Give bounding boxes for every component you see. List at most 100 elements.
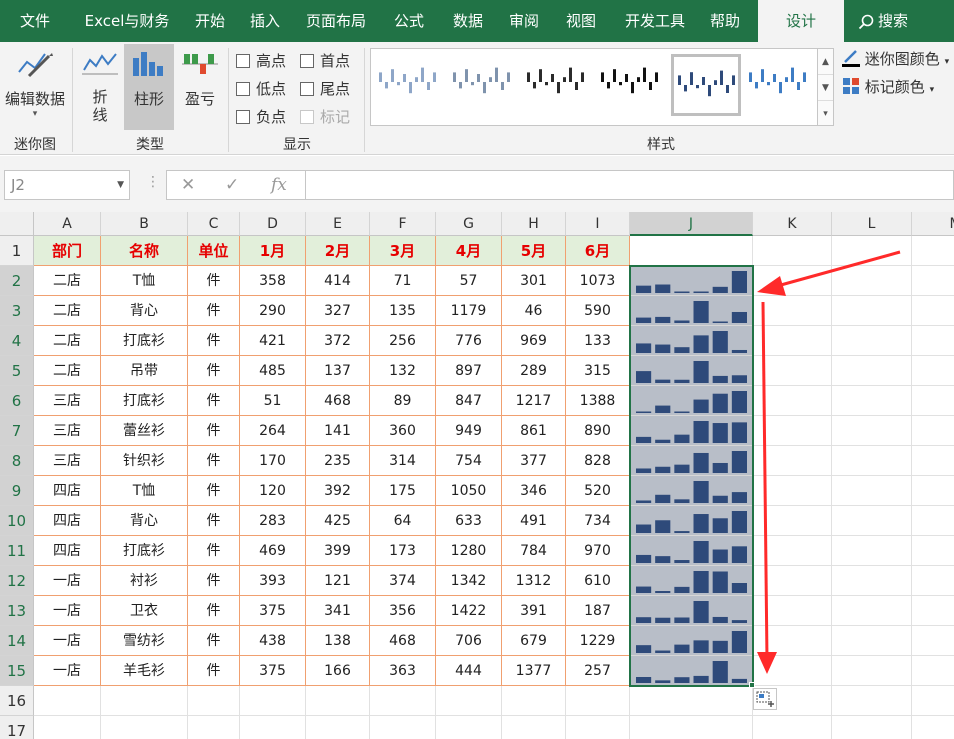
table-cell[interactable]: [630, 236, 753, 266]
table-cell[interactable]: 166: [306, 656, 370, 686]
table-cell[interactable]: 414: [306, 266, 370, 296]
table-cell[interactable]: 590: [566, 296, 630, 326]
table-cell[interactable]: 件: [188, 506, 240, 536]
table-cell[interactable]: 1073: [566, 266, 630, 296]
table-cell[interactable]: 861: [502, 416, 566, 446]
table-cell[interactable]: 卫衣: [101, 596, 188, 626]
sparkline-cell[interactable]: [630, 626, 753, 656]
table-cell[interactable]: [912, 476, 954, 506]
table-cell[interactable]: 173: [370, 536, 436, 566]
table-cell[interactable]: 754: [436, 446, 502, 476]
table-cell[interactable]: [566, 716, 630, 739]
table-cell[interactable]: [832, 656, 912, 686]
table-cell[interactable]: T恤: [101, 266, 188, 296]
column-header-d[interactable]: D: [240, 212, 306, 236]
table-cell[interactable]: 346: [502, 476, 566, 506]
table-cell[interactable]: 件: [188, 656, 240, 686]
formula-input[interactable]: [306, 170, 954, 200]
table-cell[interactable]: 706: [436, 626, 502, 656]
table-cell[interactable]: [912, 626, 954, 656]
table-cell[interactable]: [502, 716, 566, 739]
table-cell[interactable]: 雪纺衫: [101, 626, 188, 656]
table-cell[interactable]: 734: [566, 506, 630, 536]
scroll-up-icon[interactable]: ▲: [818, 49, 833, 75]
table-cell[interactable]: 蕾丝衫: [101, 416, 188, 446]
row-header-13[interactable]: 13: [0, 596, 34, 626]
table-cell[interactable]: [832, 296, 912, 326]
column-header-h[interactable]: H: [502, 212, 566, 236]
table-cell[interactable]: 469: [240, 536, 306, 566]
row-header-9[interactable]: 9: [0, 476, 34, 506]
table-cell[interactable]: 485: [240, 356, 306, 386]
table-cell[interactable]: [832, 626, 912, 656]
table-cell[interactable]: [753, 356, 832, 386]
table-cell[interactable]: [912, 296, 954, 326]
table-header-cell[interactable]: 4月: [436, 236, 502, 266]
table-cell[interactable]: [753, 596, 832, 626]
column-header-i[interactable]: I: [566, 212, 630, 236]
table-cell[interactable]: [832, 716, 912, 739]
row-header-2[interactable]: 2: [0, 266, 34, 296]
column-header-l[interactable]: L: [832, 212, 912, 236]
table-cell[interactable]: 897: [436, 356, 502, 386]
table-cell[interactable]: [753, 386, 832, 416]
sparkline-cell[interactable]: [630, 656, 753, 686]
table-cell[interactable]: [240, 716, 306, 739]
table-cell[interactable]: 170: [240, 446, 306, 476]
table-cell[interactable]: 1229: [566, 626, 630, 656]
sparkline-cell[interactable]: [630, 386, 753, 416]
table-cell[interactable]: 51: [240, 386, 306, 416]
table-cell[interactable]: [240, 686, 306, 716]
table-cell[interactable]: [630, 686, 753, 716]
table-cell[interactable]: 969: [502, 326, 566, 356]
column-header-m[interactable]: M: [912, 212, 954, 236]
table-cell[interactable]: [753, 536, 832, 566]
table-cell[interactable]: [753, 236, 832, 266]
table-cell[interactable]: 235: [306, 446, 370, 476]
table-cell[interactable]: 二店: [34, 266, 101, 296]
sparkline-cell[interactable]: [630, 446, 753, 476]
table-cell[interactable]: 120: [240, 476, 306, 506]
gallery-scrollbar[interactable]: ▲ ▼ ▾: [818, 48, 834, 126]
table-cell[interactable]: 二店: [34, 356, 101, 386]
table-cell[interactable]: 1217: [502, 386, 566, 416]
table-cell[interactable]: [832, 536, 912, 566]
table-cell[interactable]: 283: [240, 506, 306, 536]
search-tab[interactable]: 搜索: [858, 0, 908, 42]
sparkline-style-3[interactable]: [523, 54, 593, 116]
table-cell[interactable]: [566, 686, 630, 716]
table-cell[interactable]: [912, 536, 954, 566]
table-cell[interactable]: 一店: [34, 566, 101, 596]
table-header-cell[interactable]: 单位: [188, 236, 240, 266]
table-cell[interactable]: [370, 686, 436, 716]
table-cell[interactable]: 392: [306, 476, 370, 506]
table-cell[interactable]: 1312: [502, 566, 566, 596]
table-header-cell[interactable]: 3月: [370, 236, 436, 266]
table-cell[interactable]: [101, 686, 188, 716]
table-cell[interactable]: 1050: [436, 476, 502, 506]
table-cell[interactable]: [832, 416, 912, 446]
table-cell[interactable]: 375: [240, 596, 306, 626]
table-cell[interactable]: 301: [502, 266, 566, 296]
table-cell[interactable]: 264: [240, 416, 306, 446]
sparkline-color-button[interactable]: 迷你图颜色 ▾: [842, 48, 949, 69]
row-header-6[interactable]: 6: [0, 386, 34, 416]
table-cell[interactable]: [306, 716, 370, 739]
table-cell[interactable]: 背心: [101, 296, 188, 326]
tab-8[interactable]: 视图: [552, 0, 610, 42]
table-cell[interactable]: [832, 446, 912, 476]
sparkline-cell[interactable]: [630, 506, 753, 536]
more-styles-icon[interactable]: ▾: [818, 101, 833, 127]
table-cell[interactable]: 356: [370, 596, 436, 626]
sparkline-cell[interactable]: [630, 296, 753, 326]
row-header-4[interactable]: 4: [0, 326, 34, 356]
table-cell[interactable]: 二店: [34, 296, 101, 326]
table-cell[interactable]: 520: [566, 476, 630, 506]
table-cell[interactable]: [753, 476, 832, 506]
table-cell[interactable]: [912, 686, 954, 716]
table-cell[interactable]: [912, 506, 954, 536]
row-header-1[interactable]: 1: [0, 236, 34, 266]
table-cell[interactable]: 件: [188, 266, 240, 296]
row-header-8[interactable]: 8: [0, 446, 34, 476]
sparkline-cell[interactable]: [630, 476, 753, 506]
